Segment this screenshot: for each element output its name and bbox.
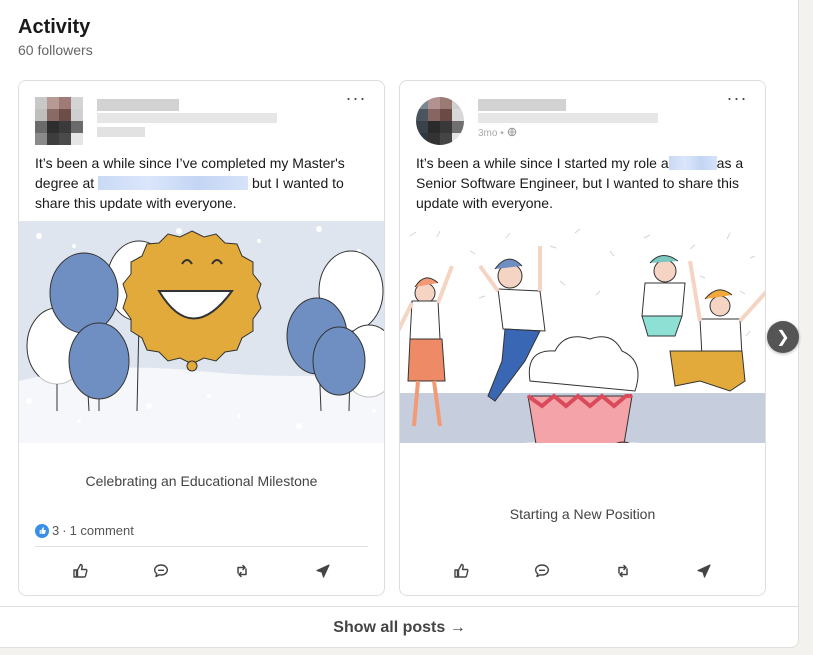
post-meta	[97, 127, 145, 137]
more-options-button[interactable]: ···	[344, 89, 368, 113]
repost-button[interactable]	[607, 555, 639, 587]
comment-button[interactable]	[145, 555, 177, 587]
post-caption: Starting a New Position	[509, 506, 656, 522]
globe-icon	[507, 127, 516, 137]
redacted-text	[98, 176, 249, 190]
divider	[35, 546, 368, 547]
comment-button[interactable]	[526, 555, 558, 587]
more-horizontal-icon: ···	[726, 88, 748, 108]
like-button[interactable]	[64, 555, 96, 587]
post-image[interactable]	[19, 221, 384, 443]
author-name[interactable]	[478, 99, 566, 111]
comment-icon	[534, 564, 549, 578]
send-button[interactable]	[688, 555, 720, 587]
author-name[interactable]	[97, 99, 179, 111]
repost-icon	[618, 564, 628, 578]
like-button[interactable]	[445, 555, 477, 587]
avatar[interactable]	[416, 97, 464, 145]
section-title: Activity	[18, 16, 91, 38]
post-text: It’s been a while since I started my rol…	[416, 155, 744, 211]
comment-icon	[153, 564, 168, 578]
activity-section: Activity 60 followers ··· It’s been a wh…	[0, 0, 799, 648]
repost-icon	[237, 564, 247, 578]
more-horizontal-icon: ···	[345, 88, 367, 108]
redacted-text	[668, 156, 717, 170]
avatar[interactable]	[35, 97, 83, 145]
send-icon	[316, 564, 330, 578]
action-bar	[400, 555, 765, 587]
divider	[0, 606, 799, 607]
post-meta: 3mo •	[478, 127, 517, 139]
carousel-next-button[interactable]: ❯	[767, 321, 799, 353]
post-card[interactable]: 3mo • ··· It’s been a while since I star…	[399, 80, 766, 596]
like-reaction-icon	[35, 523, 49, 538]
chevron-right-icon: ❯	[776, 329, 790, 346]
more-options-button[interactable]: ···	[725, 89, 749, 113]
show-all-posts-link[interactable]: Show all posts →	[0, 619, 799, 637]
comment-count[interactable]: 1 comment	[70, 523, 134, 538]
send-button[interactable]	[307, 555, 339, 587]
author-headline	[478, 113, 658, 123]
social-counts[interactable]: 3 · 1 comment	[35, 523, 134, 538]
thumbs-up-icon	[453, 563, 469, 578]
action-bar	[19, 555, 384, 587]
post-caption: Celebrating an Educational Milestone	[85, 473, 318, 489]
send-icon	[697, 564, 711, 578]
post-card[interactable]: ··· It’s been a while since I’ve complet…	[18, 80, 385, 596]
post-text: It’s been a while since I’ve completed m…	[35, 155, 345, 211]
repost-button[interactable]	[226, 555, 258, 587]
followers-count: 60 followers	[18, 42, 93, 58]
author-headline	[97, 113, 277, 123]
thumbs-up-icon	[72, 563, 88, 578]
post-image[interactable]	[400, 221, 765, 443]
separator: ·	[62, 523, 67, 538]
reaction-count[interactable]: 3	[52, 523, 59, 538]
